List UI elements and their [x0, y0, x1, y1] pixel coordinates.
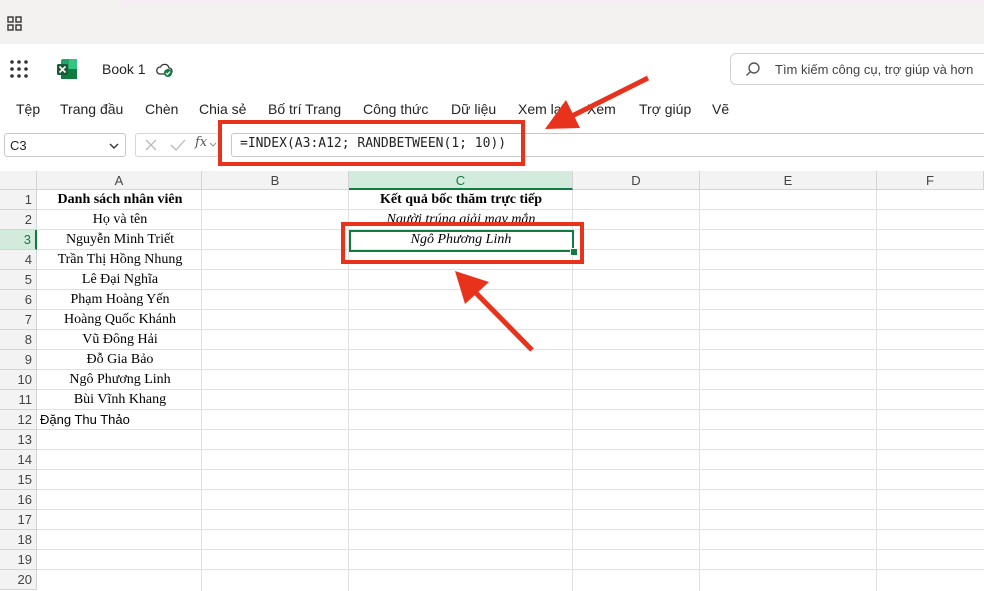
cell-a7[interactable]: Hoàng Quốc Khánh [38, 310, 202, 330]
tab-page-layout[interactable]: Bố trí Trang [268, 101, 341, 117]
row-header[interactable]: 14 [0, 450, 37, 470]
cell-a6[interactable]: Phạm Hoàng Yến [38, 290, 202, 310]
row-header[interactable]: 5 [0, 270, 37, 290]
row-header[interactable]: 18 [0, 530, 37, 550]
app-grid-icon[interactable] [7, 16, 23, 32]
cell-a2[interactable]: Họ và tên [38, 210, 202, 230]
row-header[interactable]: 16 [0, 490, 37, 510]
cell-a3[interactable]: Nguyễn Minh Triết [38, 230, 202, 250]
row-header[interactable]: 20 [0, 570, 37, 590]
tab-draw[interactable]: Vẽ [712, 101, 729, 117]
gridline [37, 469, 984, 470]
row-header[interactable]: 8 [0, 330, 37, 350]
search-icon [746, 62, 760, 76]
gridline [37, 509, 984, 510]
cell-a8[interactable]: Vũ Đông Hải [38, 330, 202, 350]
tab-view[interactable]: Xem [587, 101, 616, 117]
row-header[interactable]: 10 [0, 370, 37, 390]
gridline [37, 549, 984, 550]
cloud-saved-icon[interactable] [155, 60, 175, 80]
result-highlight-box [341, 222, 584, 264]
cell-a11[interactable]: Bùi Vĩnh Khang [38, 390, 202, 410]
select-all-corner[interactable] [0, 171, 37, 190]
name-box[interactable]: C3 [4, 133, 126, 157]
excel-logo-icon[interactable] [56, 58, 78, 80]
tab-data[interactable]: Dữ liệu [451, 101, 496, 117]
row-header-selected[interactable]: 3 [0, 230, 37, 250]
tab-formulas[interactable]: Công thức [363, 101, 428, 117]
row-header[interactable]: 12 [0, 410, 37, 430]
row-header[interactable]: 13 [0, 430, 37, 450]
browser-top-strip [0, 0, 984, 44]
tab-help[interactable]: Trợ giúp [639, 101, 691, 117]
cell-a5[interactable]: Lê Đại Nghĩa [38, 270, 202, 290]
cell-a4[interactable]: Trần Thị Hồng Nhung [38, 250, 202, 270]
gridline [699, 190, 700, 591]
row-header[interactable]: 19 [0, 550, 37, 570]
gridline [37, 569, 984, 570]
tab-insert[interactable]: Chèn [145, 101, 178, 117]
row-header[interactable]: 4 [0, 250, 37, 270]
row-header[interactable]: 15 [0, 470, 37, 490]
cell-a12[interactable]: Đặng Thu Thảo [40, 410, 200, 430]
insert-function-icon[interactable]: fx [195, 135, 207, 150]
cell-a1[interactable]: Danh sách nhân viên [38, 190, 202, 210]
column-header-f[interactable]: F [877, 171, 984, 190]
row-header[interactable]: 11 [0, 390, 37, 410]
row-header[interactable]: 9 [0, 350, 37, 370]
gridline [37, 489, 984, 490]
chevron-down-icon[interactable] [209, 141, 217, 149]
column-header-a[interactable]: A [37, 171, 202, 190]
tab-home[interactable]: Trang đầu [60, 101, 123, 117]
chevron-down-icon[interactable] [109, 141, 119, 151]
cancel-formula-icon[interactable] [144, 138, 158, 152]
cell-a9[interactable]: Đỗ Gia Bảo [38, 350, 202, 370]
confirm-formula-icon[interactable] [170, 138, 186, 152]
formula-highlight-box [218, 120, 525, 166]
column-header-d[interactable]: D [573, 171, 700, 190]
tab-strip-band [120, 0, 984, 6]
row-header[interactable]: 6 [0, 290, 37, 310]
gridline [876, 190, 877, 591]
gridline [37, 449, 984, 450]
row-header[interactable]: 17 [0, 510, 37, 530]
column-header-b[interactable]: B [202, 171, 349, 190]
row-header[interactable]: 1 [0, 190, 37, 210]
cell-a10[interactable]: Ngô Phương Linh [38, 370, 202, 390]
workbook-title[interactable]: Book 1 [102, 61, 146, 77]
tab-review[interactable]: Xem lại [518, 101, 565, 117]
app-launcher-icon[interactable] [9, 59, 29, 79]
column-header-e[interactable]: E [700, 171, 877, 190]
row-header[interactable]: 7 [0, 310, 37, 330]
column-header-c[interactable]: C [349, 171, 573, 190]
cell-c1[interactable]: Kết quả bốc thăm trực tiếp [349, 190, 573, 210]
row-header[interactable]: 2 [0, 210, 37, 230]
tab-file[interactable]: Tệp [16, 101, 40, 117]
gridline [37, 529, 984, 530]
tab-share[interactable]: Chia sẻ [199, 101, 246, 117]
name-box-value: C3 [10, 138, 27, 153]
search-placeholder: Tìm kiếm công cụ, trợ giúp và hơn [775, 62, 974, 77]
search-box[interactable]: Tìm kiếm công cụ, trợ giúp và hơn [730, 53, 984, 85]
